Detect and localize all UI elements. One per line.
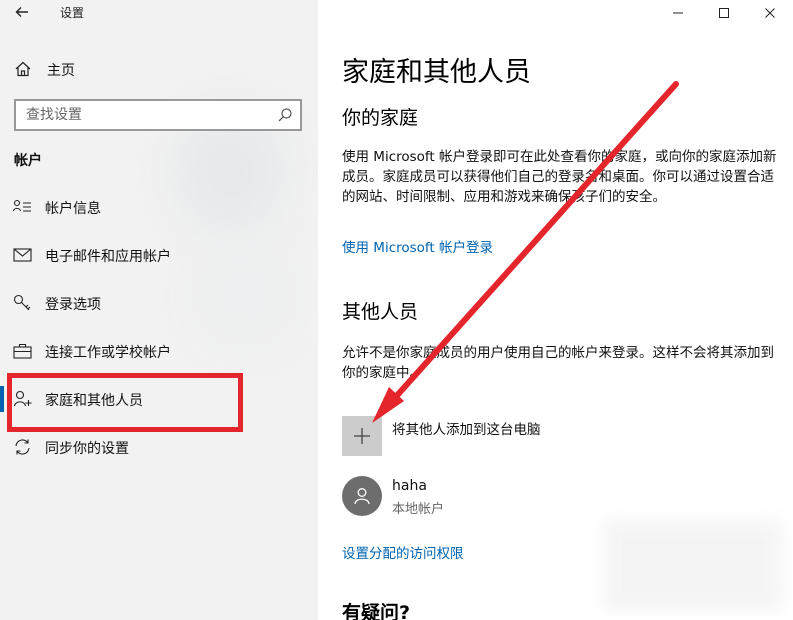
sidebar-item-work-school[interactable]: 连接工作或学校帐户	[0, 331, 318, 371]
other-people-heading: 其他人员	[342, 301, 419, 323]
sidebar-item-label: 连接工作或学校帐户	[45, 345, 171, 361]
account-info-icon	[12, 198, 33, 216]
back-button[interactable]	[6, 0, 38, 26]
sidebar-item-email[interactable]: 电子邮件和应用帐户	[0, 235, 318, 275]
plus-icon	[354, 428, 370, 444]
sidebar-item-label: 电子邮件和应用帐户	[45, 249, 171, 265]
minimize-button[interactable]	[655, 0, 701, 26]
sidebar-item-label: 同步你的设置	[45, 441, 129, 457]
back-arrow-icon	[15, 7, 28, 17]
close-icon	[765, 8, 775, 18]
add-person-button[interactable]	[342, 416, 382, 456]
sidebar-item-sync[interactable]: 同步你的设置	[0, 427, 318, 467]
family-heading: 你的家庭	[342, 107, 419, 129]
key-icon	[13, 294, 33, 312]
sidebar-item-label: 主页	[47, 63, 75, 79]
add-person-label[interactable]: 将其他人添加到这台电脑	[392, 418, 541, 438]
window-controls	[655, 0, 793, 26]
family-description: 使用 Microsoft 帐户登录即可在此处查看你的家庭，或向你的家庭添加新成员…	[342, 149, 777, 205]
microsoft-signin-link[interactable]: 使用 Microsoft 帐户登录	[342, 236, 493, 256]
watermark-blur	[603, 520, 783, 610]
sidebar-item-signin-options[interactable]: 登录选项	[0, 283, 318, 323]
sync-icon	[13, 438, 33, 456]
avatar[interactable]	[342, 476, 382, 516]
title-bar: 设置	[0, 0, 318, 28]
maximize-icon	[719, 8, 729, 18]
assigned-access-link[interactable]: 设置分配的访问权限	[342, 542, 464, 562]
section-label: 帐户	[14, 153, 42, 169]
question-heading: 有疑问?	[342, 602, 411, 620]
user-icon	[354, 488, 370, 505]
home-icon	[14, 60, 32, 78]
search-icon[interactable]	[277, 107, 293, 123]
sidebar-item-account-info[interactable]: 帐户信息	[0, 187, 318, 227]
mail-icon	[13, 246, 33, 264]
other-people-description: 允许不是你家庭成员的用户使用自己的帐户来登录。这样不会将其添加到你的家庭中。	[342, 345, 774, 381]
maximize-button[interactable]	[701, 0, 747, 26]
minimize-icon	[673, 12, 683, 14]
window-title: 设置	[60, 6, 85, 20]
search-box[interactable]	[14, 99, 302, 131]
active-indicator	[0, 386, 4, 412]
page-title: 家庭和其他人员	[342, 57, 531, 88]
sidebar-item-home[interactable]: 主页	[0, 52, 318, 86]
user-name[interactable]: haha	[392, 478, 427, 494]
user-account-type: 本地帐户	[392, 502, 445, 517]
briefcase-icon	[13, 342, 33, 360]
annotation-highlight-box	[7, 373, 243, 432]
main-content: 家庭和其他人员 你的家庭 使用 Microsoft 帐户登录即可在此处查看你的家…	[318, 0, 793, 620]
close-button[interactable]	[747, 0, 793, 26]
sidebar: 设置 主页 帐户 帐户信息 电子邮件和应用帐户 登录选项	[0, 0, 318, 620]
sidebar-item-label: 登录选项	[45, 297, 101, 313]
sidebar-item-label: 帐户信息	[45, 201, 101, 217]
search-input[interactable]	[16, 101, 256, 129]
